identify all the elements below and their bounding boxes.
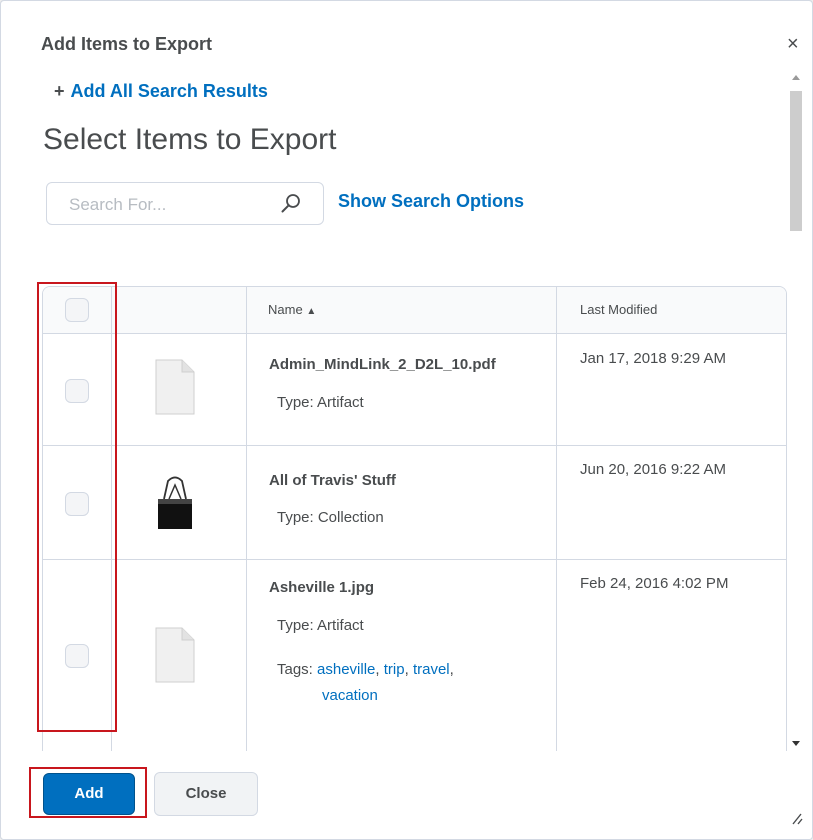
table-row: Admin_MindLink_2_D2L_10.pdf Type: Artifa…: [43, 334, 786, 446]
add-items-dialog: Add Items to Export × + Add All Search Re…: [0, 0, 813, 840]
close-icon[interactable]: ×: [787, 33, 799, 56]
item-type: Type: Artifact: [277, 394, 364, 411]
document-icon: [155, 627, 195, 683]
tags-label: Tags:: [277, 661, 313, 678]
item-modified-date: Jun 20, 2016 9:22 AM: [580, 461, 726, 478]
search-icon[interactable]: [279, 192, 303, 216]
close-button[interactable]: Close: [154, 772, 258, 816]
scroll-up-arrow-icon[interactable]: [792, 75, 800, 80]
search-box: [46, 182, 324, 225]
add-button-highlight: [29, 767, 147, 818]
item-modified-date: Jan 17, 2018 9:29 AM: [580, 350, 726, 367]
tag-link[interactable]: trip: [384, 661, 405, 678]
checkbox-column-highlight: [37, 282, 117, 732]
item-modified-date: Feb 24, 2016 4:02 PM: [580, 575, 729, 592]
table-header: Name ▲ Last Modified: [43, 287, 786, 334]
document-icon: [155, 359, 195, 415]
table-row: Asheville 1.jpg Type: Artifact Feb 24, 2…: [43, 559, 786, 752]
plus-icon: +: [54, 81, 65, 101]
show-search-options-link[interactable]: Show Search Options: [338, 191, 524, 212]
column-header-name[interactable]: Name ▲: [268, 302, 316, 317]
tag-link[interactable]: asheville: [317, 661, 375, 678]
scrollbar[interactable]: [789, 71, 803, 751]
item-name[interactable]: Admin_MindLink_2_D2L_10.pdf: [269, 356, 496, 373]
item-type: Type: Collection: [277, 509, 384, 526]
add-all-label: Add All Search Results: [70, 81, 268, 101]
table-row: All of Travis' Stuff Type: Collection Ju…: [43, 445, 786, 560]
binder-clip-icon: [158, 476, 192, 529]
item-name[interactable]: All of Travis' Stuff: [269, 472, 396, 489]
sort-ascending-icon: ▲: [306, 306, 317, 317]
tag-link[interactable]: travel: [413, 661, 450, 678]
dialog-title: Add Items to Export: [41, 34, 213, 54]
item-tags: Tags: asheville, trip, travel, vacation: [277, 661, 454, 704]
items-table: Name ▲ Last Modified Admin_MindLink_2_D2…: [42, 286, 787, 752]
item-type: Type: Artifact: [277, 617, 364, 634]
scroll-down-arrow-icon[interactable]: [792, 741, 800, 746]
scroll-thumb[interactable]: [790, 91, 802, 231]
add-all-search-results-link[interactable]: + Add All Search Results: [54, 81, 268, 102]
tag-link[interactable]: vacation: [322, 687, 378, 704]
search-input[interactable]: [67, 193, 271, 217]
resize-handle-icon[interactable]: [789, 811, 803, 825]
page-heading: Select Items to Export: [43, 123, 337, 156]
column-header-last-modified: Last Modified: [580, 302, 658, 317]
column-header-name-label: Name: [268, 302, 303, 317]
item-name[interactable]: Asheville 1.jpg: [269, 579, 374, 596]
